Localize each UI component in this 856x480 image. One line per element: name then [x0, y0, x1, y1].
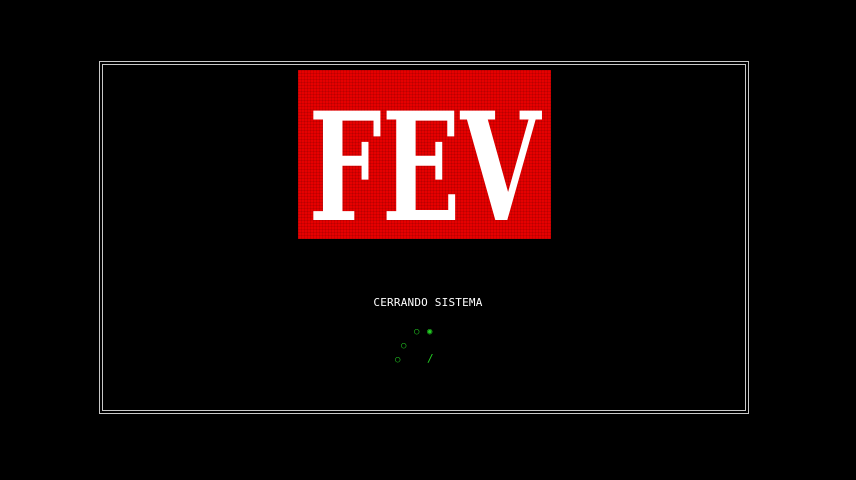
fev-logo-lettering: FEV [309, 80, 543, 239]
fev-logo: FEV [298, 70, 551, 239]
spinner-dot-hollow-icon: ○ [401, 341, 407, 351]
spinner-dot-hollow-icon: ○ [414, 327, 420, 337]
status-message: CERRANDO SISTEMA [373, 296, 483, 309]
spinner-dot-filled-icon: ◉ [427, 327, 433, 337]
spinner-slash-icon: / [427, 352, 434, 365]
spinner-dot-hollow-icon: ○ [395, 355, 401, 365]
logo-text: FEV [309, 80, 543, 239]
